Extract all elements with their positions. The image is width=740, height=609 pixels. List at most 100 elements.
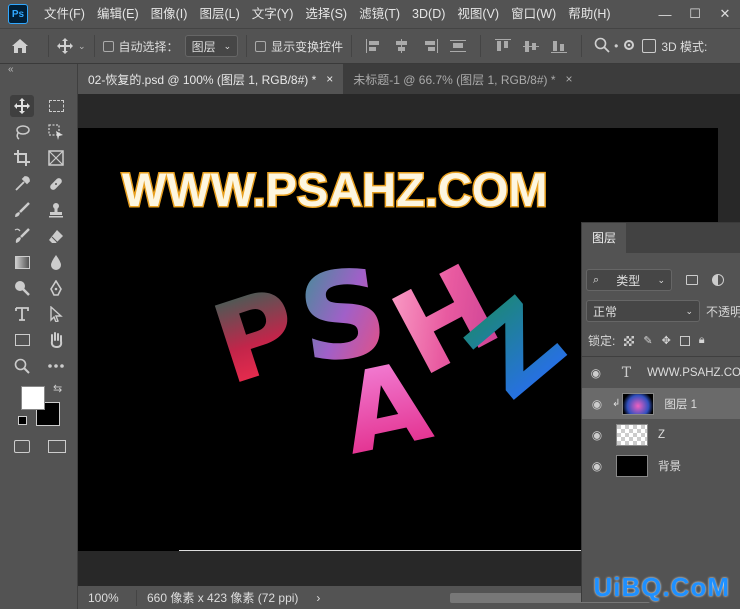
document-tabs: 02-恢复的.psd @ 100% (图层 1, RGB/8#) * × 未标题… xyxy=(78,64,740,94)
menu-file[interactable]: 文件(F) xyxy=(38,0,91,28)
lock-artboard-icon[interactable] xyxy=(679,335,690,346)
visibility-eye-icon[interactable]: ◉ xyxy=(582,428,612,442)
dodge-tool-icon[interactable] xyxy=(10,277,34,299)
auto-select-dropdown[interactable]: 图层 ⌄ xyxy=(184,35,239,57)
tools-panel: « ⇆ xyxy=(0,64,78,609)
blend-mode-dropdown[interactable]: 正常 ⌄ xyxy=(586,300,700,322)
swap-colors-icon[interactable]: ⇆ xyxy=(53,382,62,395)
brush-tool-icon[interactable] xyxy=(10,199,34,221)
layer-row-text[interactable]: ◉ T WWW.PSAHZ.CO xyxy=(582,357,740,388)
menu-type[interactable]: 文字(Y) xyxy=(246,0,300,28)
distribute-icon[interactable] xyxy=(450,39,467,53)
path-select-tool-icon[interactable] xyxy=(44,303,68,325)
hand-tool-icon[interactable] xyxy=(44,329,68,351)
visibility-eye-icon[interactable]: ◉ xyxy=(582,366,610,380)
divider xyxy=(93,35,95,57)
lock-position-icon[interactable]: ✥ xyxy=(662,334,671,347)
lock-transparent-icon[interactable] xyxy=(624,335,635,346)
divider xyxy=(246,35,248,57)
align-center-h-icon[interactable] xyxy=(394,39,410,53)
marquee-tool-icon[interactable] xyxy=(44,95,68,117)
rectangle-tool-icon[interactable] xyxy=(10,329,34,351)
align-top-icon[interactable] xyxy=(495,39,512,53)
crop-tool-icon[interactable] xyxy=(10,147,34,169)
canvas-headline: WWW.PSAHZ.COM xyxy=(122,163,548,216)
blur-tool-icon[interactable] xyxy=(44,251,68,273)
close-icon[interactable]: × xyxy=(566,72,573,86)
layers-tab-header: 图层 xyxy=(582,223,740,253)
tab-label: 未标题-1 @ 66.7% (图层 1, RGB/8#) * xyxy=(353,72,556,87)
auto-select-value: 图层 xyxy=(191,39,216,54)
more-tools-icon[interactable] xyxy=(44,355,68,377)
menu-filter[interactable]: 滤镜(T) xyxy=(353,0,406,28)
align-left-icon[interactable] xyxy=(366,39,382,53)
clipping-arrow-icon: ↲ xyxy=(612,398,621,409)
quick-mask-icon[interactable] xyxy=(14,440,30,453)
collapse-panel-icon[interactable]: « xyxy=(8,64,14,75)
visibility-eye-icon[interactable]: ◉ xyxy=(582,459,612,473)
layer-filter-dropdown[interactable]: ⌕ 类型 ⌄ xyxy=(586,269,672,291)
search-icon[interactable] xyxy=(594,37,610,56)
default-colors-icon[interactable] xyxy=(18,416,27,425)
cube-3d-icon[interactable] xyxy=(642,39,657,53)
layer-name: 背景 xyxy=(658,460,681,473)
show-transform-checkbox[interactable] xyxy=(255,40,267,52)
close-button[interactable]: ✕ xyxy=(710,0,740,28)
gradient-tool-icon[interactable] xyxy=(10,251,34,273)
align-right-icon[interactable] xyxy=(422,39,439,53)
layer-name: WWW.PSAHZ.CO xyxy=(647,366,740,379)
pen-tool-icon[interactable] xyxy=(44,277,68,299)
tab-document-2[interactable]: 未标题-1 @ 66.7% (图层 1, RGB/8#) * × xyxy=(343,64,582,94)
menu-help[interactable]: 帮助(H) xyxy=(562,0,616,28)
eyedropper-tool-icon[interactable] xyxy=(10,173,34,195)
zoom-tool-icon[interactable] xyxy=(10,355,34,377)
stamp-tool-icon[interactable] xyxy=(44,199,68,221)
align-middle-v-icon[interactable] xyxy=(523,39,540,53)
layer-row-image[interactable]: ◉ ↲ 图层 1 xyxy=(582,388,740,419)
screen-mode-icon[interactable] xyxy=(48,440,66,453)
lock-label: 锁定: xyxy=(588,334,616,348)
menu-image[interactable]: 图像(I) xyxy=(145,0,194,28)
frame-tool-icon[interactable] xyxy=(44,147,68,169)
zoom-level[interactable]: 100% xyxy=(78,591,126,605)
maximize-button[interactable]: ☐ xyxy=(680,0,710,28)
move-tool-preset-icon[interactable]: ⌄ xyxy=(57,38,86,54)
object-select-tool-icon[interactable] xyxy=(44,121,68,143)
menu-bar: Ps 文件(F) 编辑(E) 图像(I) 图层(L) 文字(Y) 选择(S) 滤… xyxy=(0,0,740,28)
gear-icon[interactable] xyxy=(622,38,636,55)
home-icon[interactable] xyxy=(0,38,40,54)
lasso-tool-icon[interactable] xyxy=(10,121,34,143)
bullet-icon: • xyxy=(614,39,619,53)
history-brush-tool-icon[interactable] xyxy=(10,225,34,247)
layers-panel: 图层 ⌕ 类型 ⌄ 正常 ⌄ 不透明 锁定: ✎ ✥ 🔒︎ ◉ T WWW.PS… xyxy=(581,222,740,602)
healing-brush-tool-icon[interactable] xyxy=(44,173,68,195)
minimize-button[interactable]: — xyxy=(650,0,680,28)
layer-row-z[interactable]: ◉ Z xyxy=(582,419,740,450)
menu-window[interactable]: 窗口(W) xyxy=(505,0,562,28)
watermark: UiBQ.CoM xyxy=(593,572,730,602)
filter-image-icon[interactable] xyxy=(686,275,698,285)
auto-select-checkbox[interactable] xyxy=(102,40,114,52)
move-tool-icon[interactable] xyxy=(10,95,34,117)
visibility-eye-icon[interactable]: ◉ xyxy=(582,397,612,411)
lock-paint-icon[interactable]: ✎ xyxy=(643,334,652,347)
align-bottom-icon[interactable] xyxy=(551,39,568,53)
menu-layer[interactable]: 图层(L) xyxy=(193,0,245,28)
layer-row-background[interactable]: ◉ 背景 xyxy=(582,450,740,481)
filter-adjust-icon[interactable] xyxy=(712,274,724,286)
foreground-color-swatch[interactable] xyxy=(21,386,45,410)
eraser-tool-icon[interactable] xyxy=(44,225,68,247)
menu-select[interactable]: 选择(S) xyxy=(299,0,353,28)
close-icon[interactable]: × xyxy=(326,72,333,86)
tab-document-1[interactable]: 02-恢复的.psd @ 100% (图层 1, RGB/8#) * × xyxy=(78,64,344,94)
tab-layers[interactable]: 图层 xyxy=(582,223,627,253)
lock-all-icon[interactable]: 🔒︎ xyxy=(699,334,705,347)
menu-edit[interactable]: 编辑(E) xyxy=(91,0,145,28)
chevron-down-icon: ⌄ xyxy=(78,40,86,51)
menu-3d[interactable]: 3D(D) xyxy=(406,0,451,28)
search-icon: ⌕ xyxy=(593,273,600,286)
filter-type-label: 类型 xyxy=(616,273,641,288)
status-menu-arrow[interactable]: › xyxy=(316,591,320,605)
menu-view[interactable]: 视图(V) xyxy=(451,0,505,28)
type-tool-icon[interactable] xyxy=(10,303,34,325)
